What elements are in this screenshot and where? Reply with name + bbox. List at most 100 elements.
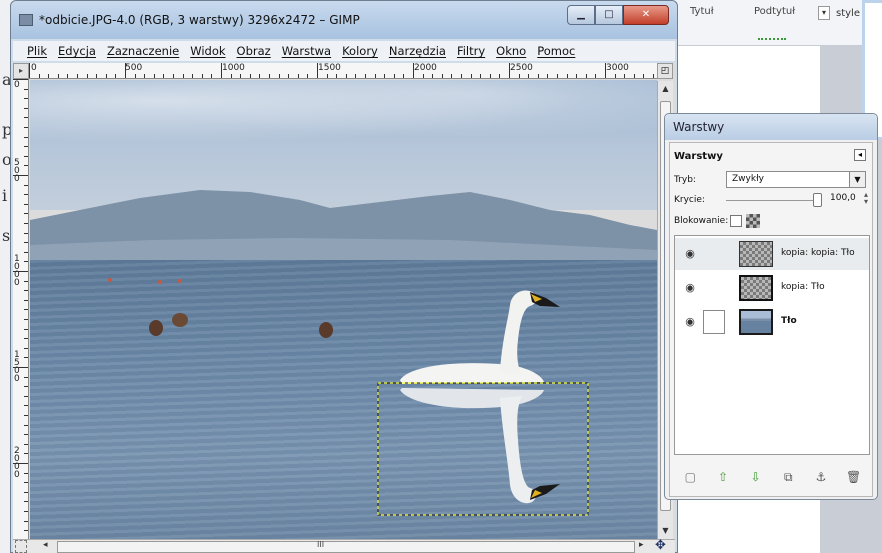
window-titlebar[interactable]: *odbicie.JPG-4.0 (RGB, 3 warstwy) 3296x2… <box>11 1 677 39</box>
opacity-slider[interactable] <box>726 193 822 207</box>
gimp-image-window: *odbicie.JPG-4.0 (RGB, 3 warstwy) 3296x2… <box>10 0 678 553</box>
ruler-tick <box>403 74 405 78</box>
ruler-tick <box>288 74 290 78</box>
ruler-tick <box>24 319 28 320</box>
ruler-tick <box>24 511 28 512</box>
styles-label[interactable]: style <box>836 8 860 19</box>
lock-pixels-checkbox[interactable] <box>730 215 742 227</box>
swan <box>400 290 560 384</box>
layer-name: kopia: kopia: Tło <box>781 248 855 258</box>
close-button[interactable]: ✕ <box>623 5 669 25</box>
navigate-icon[interactable]: ◰ <box>657 63 673 79</box>
ruler-v-label: 0 <box>14 80 20 90</box>
swimmer-head <box>319 322 333 338</box>
raise-layer-icon[interactable]: ⇧ <box>715 469 731 485</box>
eye-icon[interactable]: ◉ <box>683 315 697 329</box>
style-title[interactable]: Tytuł <box>690 6 714 17</box>
ruler-tick <box>24 203 28 205</box>
opacity-spinner-icon[interactable]: ▴ ▾ <box>864 191 868 206</box>
ruler-tick <box>86 74 88 78</box>
quick-mask-menu-icon[interactable]: ▸ <box>13 63 29 79</box>
image-canvas[interactable] <box>30 80 657 539</box>
menu-layer[interactable]: Warstwa <box>282 41 331 61</box>
lock-alpha-icon[interactable] <box>746 214 760 228</box>
menu-windows[interactable]: Okno <box>496 41 526 61</box>
horizontal-scrollbar[interactable] <box>57 541 635 553</box>
anchor-layer-icon[interactable]: ⚓ <box>813 469 829 485</box>
ruler-tick <box>24 530 28 532</box>
window-controls: ▁ □ ✕ <box>567 5 669 25</box>
ruler-tick <box>24 107 28 109</box>
menu-edit[interactable]: Edycja <box>58 41 96 61</box>
ruler-tick <box>393 74 395 78</box>
menu-file[interactable]: Plik <box>27 41 47 61</box>
vertical-ruler[interactable]: 0 500 1000 1500 2000 <box>13 79 29 539</box>
layer-row[interactable]: ◉ Tło <box>675 306 869 338</box>
menu-image[interactable]: Obraz <box>237 41 271 61</box>
dock-titlebar[interactable]: Warstwy <box>665 114 877 140</box>
buoy <box>158 280 162 284</box>
ruler-tick <box>24 261 28 263</box>
layers-toolbar: ▢ ⇧ ⇩ ⧉ ⚓ 🗑 <box>674 463 870 491</box>
style-subtitle[interactable]: Podtytuł <box>754 6 795 17</box>
ruler-tick <box>461 74 462 78</box>
horizontal-ruler[interactable]: 0 500 1000 1500 2000 2500 3000 <box>29 63 657 79</box>
ruler-tick <box>441 74 443 78</box>
menu-view[interactable]: Widok <box>190 41 225 61</box>
ruler-tick <box>24 453 28 455</box>
quick-mask-toggle[interactable] <box>15 540 27 553</box>
layer-thumbnail <box>739 241 773 267</box>
maximize-button[interactable]: □ <box>595 5 623 25</box>
ruler-h-label: 3000 <box>606 63 629 73</box>
layer-row[interactable]: ◉ kopia: Tło <box>675 272 869 304</box>
ruler-tick <box>336 74 338 78</box>
minimize-button[interactable]: ▁ <box>567 5 595 25</box>
slider-knob[interactable] <box>813 193 822 207</box>
lock-label: Blokowanie: <box>674 216 729 226</box>
menu-filters[interactable]: Filtry <box>457 41 485 61</box>
layer-row[interactable]: ◉ kopia: kopia: Tło <box>675 238 869 270</box>
layer-thumbnail <box>739 275 773 301</box>
buoy <box>108 278 112 282</box>
background-ribbon: Tytuł Podtytuł ▾ style <box>672 0 882 46</box>
scroll-down-icon[interactable]: ▼ <box>658 523 673 539</box>
ruler-tick <box>249 74 251 78</box>
ruler-tick <box>24 347 28 349</box>
menu-tools[interactable]: Narzędzia <box>389 41 446 61</box>
layers-dock-window: Warstwy Warstwy ◂ Tryb: Zwykły ▼ Krycie:… <box>664 113 878 500</box>
ruler-tick <box>624 74 626 78</box>
ruler-tick <box>605 63 606 78</box>
ruler-tick <box>595 74 597 78</box>
ruler-tick <box>470 74 472 78</box>
mode-dropdown[interactable]: Zwykły ▼ <box>726 171 866 188</box>
duplicate-layer-icon[interactable]: ⧉ <box>780 469 796 485</box>
styles-scroll-icon[interactable]: ▾ <box>818 6 830 20</box>
ruler-tick <box>221 63 222 78</box>
ruler-tick <box>13 271 28 272</box>
scroll-left-icon[interactable]: ◂ <box>43 540 48 550</box>
delete-layer-icon[interactable]: 🗑 <box>846 469 862 485</box>
menu-select[interactable]: Zaznaczenie <box>107 41 179 61</box>
ruler-tick <box>384 74 386 78</box>
menu-colors[interactable]: Kolory <box>342 41 378 61</box>
eye-icon[interactable]: ◉ <box>683 247 697 261</box>
layer-name: kopia: Tło <box>781 282 825 292</box>
eye-icon[interactable]: ◉ <box>683 281 697 295</box>
ruler-tick <box>24 424 28 426</box>
background-text-char: i <box>2 186 8 205</box>
lower-layer-icon[interactable]: ⇩ <box>748 469 764 485</box>
scroll-right-icon[interactable]: ▸ <box>639 540 644 550</box>
chain-toggle[interactable] <box>703 310 725 334</box>
gimp-app-icon <box>19 14 33 26</box>
new-layer-icon[interactable]: ▢ <box>682 469 698 485</box>
ruler-tick <box>24 299 28 301</box>
ruler-tick <box>24 242 28 244</box>
menu-help[interactable]: Pomoc <box>537 41 575 61</box>
scroll-up-icon[interactable]: ▲ <box>658 81 673 97</box>
ruler-tick <box>24 213 28 215</box>
pane-menu-icon[interactable]: ◂ <box>854 149 866 161</box>
ruler-tick <box>24 194 28 196</box>
ruler-tick <box>24 415 28 416</box>
opacity-value[interactable]: 100,0 <box>830 193 856 203</box>
navigate-move-icon[interactable]: ✥ <box>655 538 666 553</box>
